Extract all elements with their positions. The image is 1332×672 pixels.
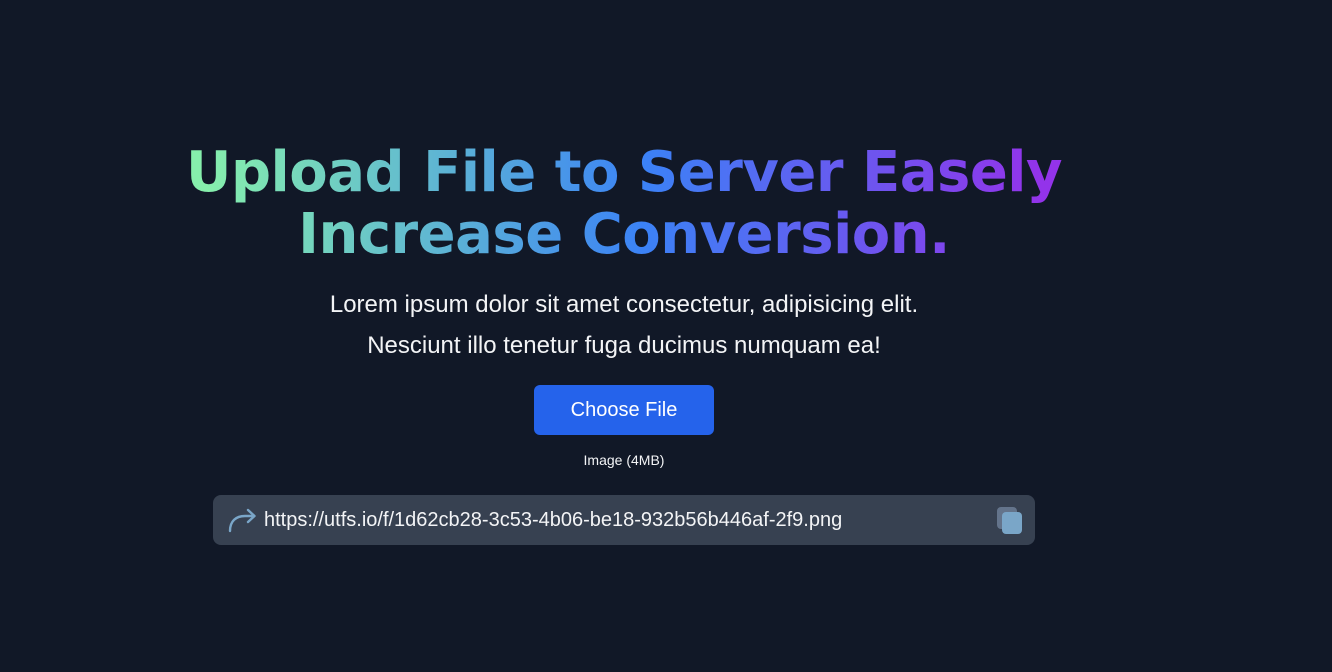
hero-title-line-1: Upload File to Server Easely [185,140,1063,205]
uploaded-file-url[interactable]: https://utfs.io/f/1d62cb28-3c53-4b06-be1… [264,508,842,532]
choose-file-button[interactable]: Choose File [534,385,714,435]
hero-title: Upload File to Server Easely Increase Co… [150,142,1098,266]
subtitle-line-2: Nesciunt illo tenetur fuga ducimus numqu… [367,332,881,359]
upload-page: Upload File to Server Easely Increase Co… [0,0,1332,672]
share-arrow-icon [228,508,256,533]
uploaded-url-bar: https://utfs.io/f/1d62cb28-3c53-4b06-be1… [213,495,1035,545]
file-type-hint: Image (4MB) [583,452,665,468]
hero-title-line-2: Increase Conversion. [298,202,950,267]
subtitle-line-1: Lorem ipsum dolor sit amet consectetur, … [329,291,919,318]
hero-subtitle: Lorem ipsum dolor sit amet consectetur, … [190,284,1058,366]
copy-url-button[interactable] [995,505,1025,535]
